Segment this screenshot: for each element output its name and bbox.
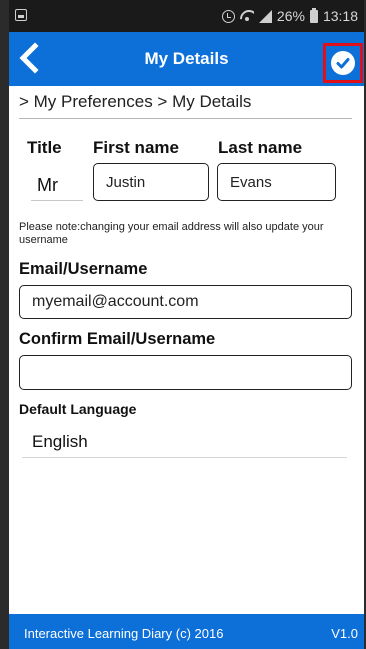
footer-version: V1.0: [331, 626, 358, 641]
confirm-email-field[interactable]: [19, 355, 352, 390]
email-field[interactable]: [19, 285, 352, 319]
header-bar: My Details: [9, 32, 364, 86]
status-time: 13:18: [322, 8, 358, 24]
signal-icon: [258, 9, 272, 23]
confirm-email-label: Confirm Email/Username: [19, 330, 216, 348]
language-select[interactable]: English: [22, 432, 347, 458]
footer-copyright: Interactive Learning Diary (c) 2016: [24, 626, 224, 641]
first-name-label: First name: [93, 138, 179, 157]
page-title: My Details: [144, 49, 229, 68]
footer-bar: Interactive Learning Diary (c) 2016 V1.0: [9, 614, 364, 649]
title-label: Title: [27, 138, 62, 157]
device-frame-left: [0, 0, 9, 649]
wifi-icon: [240, 10, 254, 22]
breadcrumb[interactable]: > My Preferences > My Details: [19, 92, 251, 112]
title-select[interactable]: Mr: [31, 163, 83, 201]
status-bar: 26% 13:18: [9, 0, 364, 32]
alarm-icon: [221, 9, 235, 23]
default-language-label: Default Language: [19, 401, 137, 417]
battery-percent: 26%: [276, 8, 305, 24]
check-circle-icon: [331, 51, 355, 75]
notification-icon: [15, 9, 27, 21]
last-name-label: Last name: [218, 138, 303, 157]
email-change-note: Please note:changing your email address …: [19, 221, 324, 246]
breadcrumb-divider: [19, 118, 352, 119]
email-label: Email/Username: [19, 260, 148, 278]
last-name-field[interactable]: [217, 163, 336, 201]
confirm-button[interactable]: [323, 43, 363, 83]
first-name-field[interactable]: [93, 163, 209, 201]
battery-icon: [309, 7, 318, 23]
status-indicators: 26% 13:18: [221, 0, 358, 32]
